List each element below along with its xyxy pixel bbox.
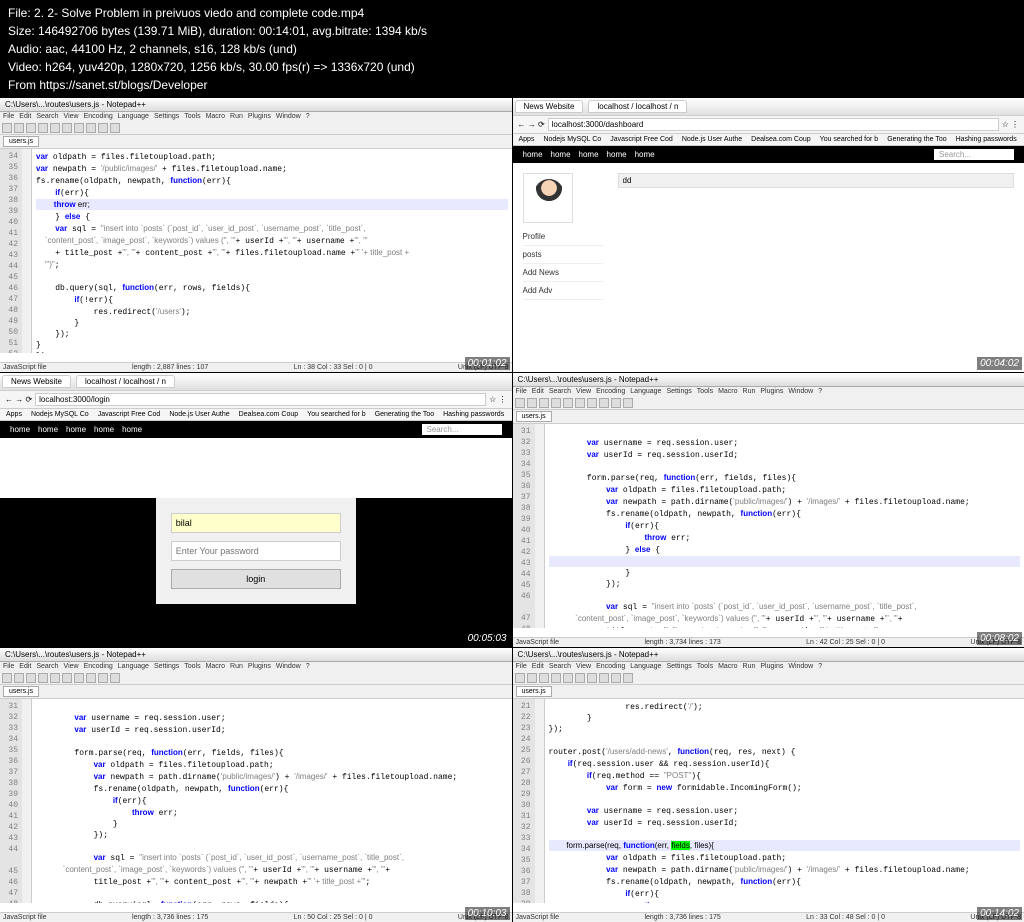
pane-6-notepad: C:\Users\...\routes\users.js - Notepad++… <box>513 648 1024 922</box>
file-name: 2. 2- Solve Problem in preivuos viedo an… <box>34 6 364 20</box>
timestamp: 00:05:03 <box>465 632 510 645</box>
url-input[interactable] <box>548 118 999 131</box>
pane-4-notepad: C:\Users\...\routes\users.js - Notepad++… <box>513 373 1024 647</box>
timestamp: 00:08:02 <box>977 632 1022 645</box>
status-bar: JavaScript filelength : 3,736 lines : 17… <box>513 912 1024 922</box>
browser-tabs[interactable]: News Websitelocalhost / localhost / n <box>513 98 1024 116</box>
search-input[interactable]: Search... <box>934 149 1014 160</box>
url-input[interactable] <box>35 393 486 406</box>
code-editor[interactable]: 3132333435363738394041424344454647484950… <box>0 699 512 903</box>
profile-link[interactable]: Profile <box>523 228 603 246</box>
menu-bar[interactable]: FileEditSearchViewEncodingLanguageSettin… <box>513 662 1024 671</box>
username-input[interactable] <box>171 513 341 533</box>
menu-bar[interactable]: FileEditSearchViewEncodingLanguageSettin… <box>513 387 1024 396</box>
window-title: C:\Users\...\routes\users.js - Notepad++ <box>0 648 512 662</box>
add-news-link[interactable]: Add News <box>523 264 603 282</box>
menu-bar[interactable]: FileEditSearchViewEncodingLanguageSettin… <box>0 662 512 671</box>
address-bar[interactable]: ← → ⟳ ☆ ⋮ <box>513 116 1024 134</box>
timestamp: 00:01:02 <box>465 357 510 370</box>
site-nav[interactable]: homehomehomehomehomeSearch... <box>513 146 1024 163</box>
window-title: C:\Users\...\routes\users.js - Notepad++ <box>0 98 512 112</box>
code-editor[interactable]: 3435363738394041424344454647484950515253… <box>0 149 512 353</box>
code-editor[interactable]: 3132333435363738394041424344454647484950… <box>513 424 1024 628</box>
toolbar[interactable] <box>513 671 1024 685</box>
toolbar[interactable] <box>0 671 512 685</box>
pane-1-notepad: C:\Users\...\routes\users.js - Notepad++… <box>0 98 512 372</box>
avatar <box>523 173 573 223</box>
posts-link[interactable]: posts <box>523 246 603 264</box>
status-bar: JavaScript filelength : 3,736 lines : 17… <box>0 912 512 922</box>
source-url: https://sanet.st/blogs/Developer <box>39 78 207 92</box>
timestamp: 00:04:02 <box>977 357 1022 370</box>
toolbar[interactable] <box>513 396 1024 410</box>
timestamp: 00:14:02 <box>977 907 1022 920</box>
add-adv-link[interactable]: Add Adv <box>523 282 603 300</box>
bookmarks-bar[interactable]: AppsNodejs MySQL CoJavascript Free CodNo… <box>0 409 512 421</box>
status-bar: JavaScript filelength : 2,887 lines : 10… <box>0 362 512 372</box>
address-bar[interactable]: ← → ⟳ ☆ ⋮ <box>0 391 512 409</box>
window-title: C:\Users\...\routes\users.js - Notepad++ <box>513 648 1024 662</box>
file-tab[interactable]: users.js <box>513 685 1024 699</box>
sidebar: Profile posts Add News Add Adv <box>523 173 603 300</box>
file-tab[interactable]: users.js <box>0 685 512 699</box>
timestamp: 00:10:03 <box>465 907 510 920</box>
pane-5-notepad: C:\Users\...\routes\users.js - Notepad++… <box>0 648 512 922</box>
login-form: login <box>156 498 356 604</box>
bookmarks-bar[interactable]: AppsNodejs MySQL CoJavascript Free CodNo… <box>513 134 1024 146</box>
menu-bar[interactable]: FileEditSearchViewEncodingLanguageSettin… <box>0 112 512 121</box>
status-bar: JavaScript filelength : 3,734 lines : 17… <box>513 637 1024 647</box>
window-title: C:\Users\...\routes\users.js - Notepad++ <box>513 373 1024 387</box>
password-input[interactable] <box>171 541 341 561</box>
file-info-header: File: 2. 2- Solve Problem in preivuos vi… <box>0 0 1024 98</box>
browser-tabs[interactable]: News Websitelocalhost / localhost / n <box>0 373 512 391</box>
code-editor[interactable]: 2122232425262728293031323334353637383940… <box>513 699 1024 903</box>
title-input[interactable] <box>618 173 1015 188</box>
site-nav[interactable]: homehomehomehomehomeSearch... <box>0 421 512 438</box>
pane-3-browser-login: News Websitelocalhost / localhost / n ← … <box>0 373 512 647</box>
pane-2-browser-dashboard: News Websitelocalhost / localhost / n ← … <box>513 98 1024 372</box>
login-button[interactable]: login <box>171 569 341 589</box>
search-input[interactable]: Search... <box>422 424 502 435</box>
file-tab[interactable]: users.js <box>513 410 1024 424</box>
toolbar[interactable] <box>0 121 512 135</box>
file-tab[interactable]: users.js <box>0 135 512 149</box>
